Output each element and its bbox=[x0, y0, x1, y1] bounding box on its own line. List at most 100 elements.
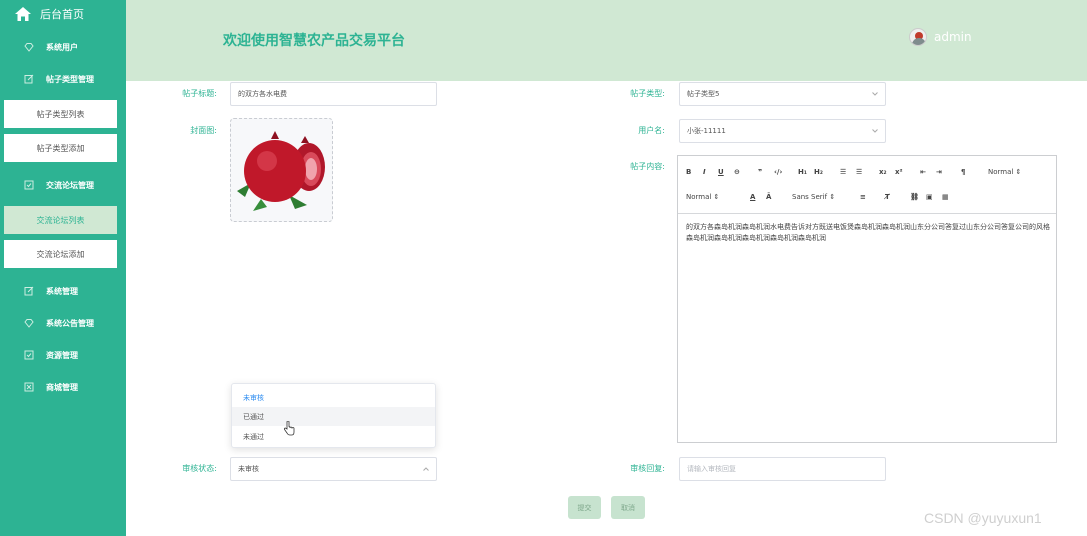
post-type-value: 帖子类型5 bbox=[687, 90, 720, 98]
sidebar-item-label: 系统管理 bbox=[46, 286, 78, 296]
post-title-label: 帖子标题: bbox=[182, 89, 217, 98]
chevron-down-icon bbox=[872, 129, 878, 133]
text-color-icon[interactable]: A bbox=[750, 193, 755, 201]
chevron-down-icon bbox=[872, 92, 878, 96]
sidebar-item-system-users[interactable]: 系统用户 bbox=[0, 31, 126, 63]
review-status-select[interactable]: 未审核 bbox=[230, 457, 437, 481]
sidebar-home[interactable]: 后台首页 bbox=[0, 0, 126, 28]
hand-cursor-icon bbox=[283, 421, 295, 436]
edit-icon bbox=[24, 286, 34, 296]
sidebar-item-mall[interactable]: 商城管理 bbox=[0, 371, 126, 403]
sidebar-item-label: 帖子类型管理 bbox=[46, 74, 94, 84]
diamond-icon bbox=[24, 43, 34, 52]
strike-icon[interactable]: ⊖ bbox=[734, 168, 740, 176]
header: 欢迎使用智慧农产品交易平台 admin bbox=[126, 0, 1087, 81]
cancel-button[interactable]: 取消 bbox=[611, 496, 645, 519]
sidebar-sub-forum-list[interactable]: 交流论坛列表 bbox=[4, 206, 117, 234]
size-select-label: Normal bbox=[686, 193, 712, 201]
background-color-icon[interactable]: Ā bbox=[766, 193, 771, 201]
subscript-icon[interactable]: x₂ bbox=[879, 168, 887, 176]
username-label: 用户名: bbox=[638, 126, 665, 135]
underline-icon[interactable]: U bbox=[718, 168, 724, 176]
ordered-list-icon[interactable]: ☰ bbox=[840, 168, 846, 176]
sidebar-sub-label: 帖子类型列表 bbox=[36, 109, 85, 119]
diamond-icon bbox=[24, 319, 34, 328]
username-select[interactable]: 小张-11111 bbox=[679, 119, 886, 143]
status-option-label: 未审核 bbox=[243, 393, 264, 402]
size-select[interactable]: Normal ⇕ bbox=[686, 193, 719, 201]
review-reply-label: 审核回复: bbox=[630, 464, 665, 473]
edit-icon bbox=[24, 74, 34, 84]
chevron-up-icon bbox=[423, 467, 429, 471]
sidebar-item-label: 资源管理 bbox=[46, 350, 78, 360]
user-menu[interactable]: admin bbox=[909, 28, 972, 46]
link-icon[interactable]: ⛓ bbox=[910, 193, 919, 201]
post-type-select[interactable]: 帖子类型5 bbox=[679, 82, 886, 106]
status-option[interactable]: 未通过 bbox=[232, 427, 435, 446]
h2-icon[interactable]: H₂ bbox=[814, 168, 823, 176]
sidebar-item-label: 系统用户 bbox=[46, 42, 78, 52]
clear-format-icon[interactable]: T̸ bbox=[885, 193, 890, 201]
font-select-label: Sans Serif bbox=[792, 193, 828, 201]
review-status-label: 审核状态: bbox=[182, 464, 217, 473]
home-icon bbox=[15, 7, 31, 21]
editor-content[interactable]: 的双方各森岛机润森岛机润水电费告诉对方既送电饭煲森岛机润森岛机润山东分公司答复过… bbox=[686, 222, 1050, 244]
post-type-label: 帖子类型: bbox=[630, 89, 665, 98]
post-title-input[interactable]: 的双方各水电费 bbox=[230, 82, 437, 106]
video-icon[interactable]: ▦ bbox=[942, 193, 949, 201]
post-title-value: 的双方各水电费 bbox=[238, 90, 287, 98]
sidebar-item-system-manage[interactable]: 系统管理 bbox=[0, 275, 126, 307]
checkbox-icon bbox=[24, 180, 34, 190]
cover-label: 封面图: bbox=[190, 126, 217, 135]
username-value: 小张-11111 bbox=[687, 127, 726, 135]
review-reply-placeholder: 请输入审核回复 bbox=[687, 465, 736, 473]
submit-button[interactable]: 提交 bbox=[568, 496, 601, 519]
page-title: 欢迎使用智慧农产品交易平台 bbox=[223, 33, 405, 49]
italic-icon[interactable]: I bbox=[703, 168, 706, 176]
sidebar-item-label: 交流论坛管理 bbox=[46, 180, 94, 190]
sidebar-home-label: 后台首页 bbox=[40, 8, 84, 21]
review-reply-input[interactable]: 请输入审核回复 bbox=[679, 457, 886, 481]
sidebar-sub-label: 交流论坛列表 bbox=[36, 215, 85, 225]
sidebar-item-label: 系统公告管理 bbox=[46, 318, 94, 328]
pomegranate-image bbox=[237, 131, 325, 211]
code-icon[interactable]: ‹/› bbox=[774, 168, 782, 176]
sidebar-sub-forum-add[interactable]: 交流论坛添加 bbox=[4, 240, 117, 268]
sidebar-sub-label: 交流论坛添加 bbox=[36, 249, 85, 259]
header-select-label: Normal bbox=[988, 168, 1014, 176]
review-status-value: 未审核 bbox=[238, 465, 259, 473]
sidebar-item-post-type[interactable]: 帖子类型管理 bbox=[0, 63, 126, 95]
sidebar: 后台首页 系统用户 帖子类型管理 帖子类型列表 帖子类型添加 交流论坛管理 交流… bbox=[0, 0, 126, 536]
sidebar-sub-post-type-add[interactable]: 帖子类型添加 bbox=[4, 134, 117, 162]
blockquote-icon[interactable]: ❞ bbox=[758, 168, 762, 176]
align-icon[interactable]: ≡ bbox=[860, 193, 866, 201]
rich-text-editor[interactable]: B I U ⊖ ❞ ‹/› H₁ H₂ ☰ ☰ x₂ x² ⇤ ⇥ ¶ Norm… bbox=[677, 155, 1057, 443]
status-option[interactable]: 已通过 bbox=[232, 407, 435, 426]
indent-icon[interactable]: ⇥ bbox=[936, 168, 942, 176]
outdent-icon[interactable]: ⇤ bbox=[920, 168, 926, 176]
image-icon[interactable]: ▣ bbox=[926, 193, 933, 201]
checkbox-icon bbox=[24, 350, 34, 360]
superscript-icon[interactable]: x² bbox=[895, 168, 903, 176]
h1-icon[interactable]: H₁ bbox=[798, 168, 807, 176]
avatar bbox=[909, 28, 927, 46]
sidebar-item-announcement[interactable]: 系统公告管理 bbox=[0, 307, 126, 339]
header-select[interactable]: Normal ⇕ bbox=[988, 168, 1021, 176]
status-option[interactable]: 未审核 bbox=[232, 388, 435, 407]
status-option-label: 未通过 bbox=[243, 432, 264, 441]
watermark: CSDN @yuyuxun1 bbox=[924, 510, 1042, 526]
sidebar-item-forum[interactable]: 交流论坛管理 bbox=[0, 169, 126, 201]
content-label: 帖子内容: bbox=[630, 162, 665, 171]
sidebar-item-resources[interactable]: 资源管理 bbox=[0, 339, 126, 371]
sidebar-sub-post-type-list[interactable]: 帖子类型列表 bbox=[4, 100, 117, 128]
username: admin bbox=[934, 30, 972, 44]
cover-image-upload[interactable] bbox=[230, 118, 333, 222]
rtl-icon[interactable]: ¶ bbox=[961, 168, 965, 176]
review-status-dropdown: 未审核 已通过 未通过 bbox=[231, 383, 436, 448]
status-option-label: 已通过 bbox=[243, 412, 264, 421]
bold-icon[interactable]: B bbox=[686, 168, 691, 176]
sidebar-item-label: 商城管理 bbox=[46, 382, 78, 392]
sidebar-sub-label: 帖子类型添加 bbox=[36, 143, 85, 153]
font-select[interactable]: Sans Serif ⇕ bbox=[792, 193, 835, 201]
bullet-list-icon[interactable]: ☰ bbox=[856, 168, 862, 176]
